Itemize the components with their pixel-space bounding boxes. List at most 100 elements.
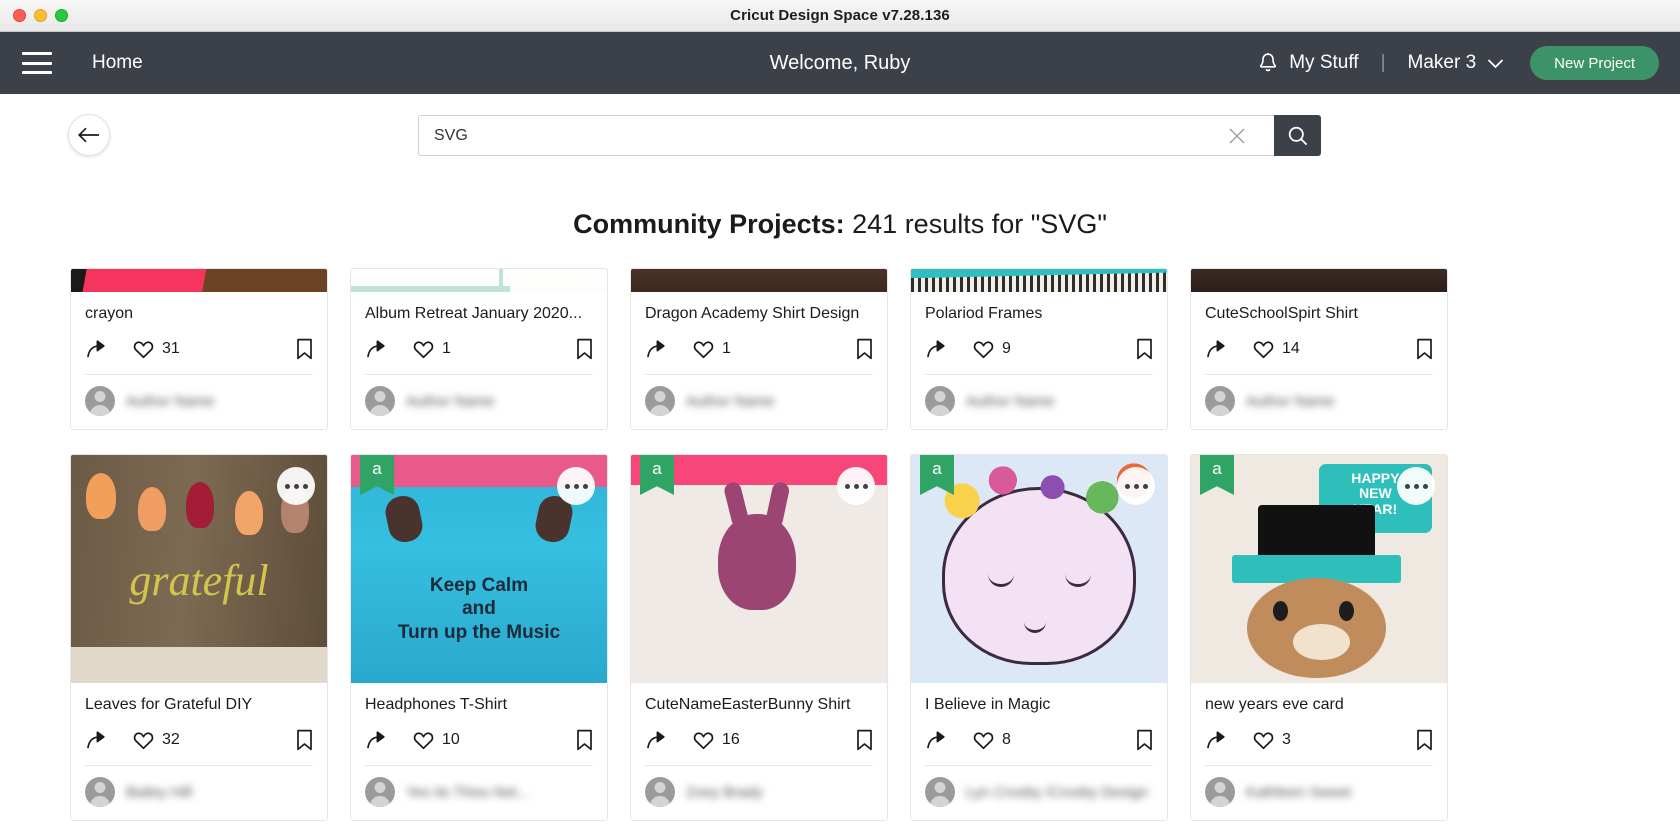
zoom-button[interactable] xyxy=(55,9,68,22)
bookmark-icon[interactable] xyxy=(296,729,313,751)
hamburger-icon[interactable] xyxy=(22,52,52,74)
card-body: crayon 31 xyxy=(71,292,327,364)
card-thumbnail[interactable]: HAPPY NEW YEAR! a xyxy=(1191,455,1447,683)
card-actions: 1 xyxy=(645,334,873,364)
results-heading-summary: 241 results for "SVG" xyxy=(852,209,1107,239)
author-name: Author Name xyxy=(126,392,215,410)
like-button[interactable]: 16 xyxy=(693,731,740,750)
heart-icon xyxy=(973,731,994,750)
heart-icon xyxy=(413,731,434,750)
bookmark-icon[interactable] xyxy=(576,338,593,360)
more-options-icon[interactable] xyxy=(1117,467,1155,505)
card-actions: 3 xyxy=(1205,725,1433,755)
more-options-icon[interactable] xyxy=(837,467,875,505)
bookmark-icon[interactable] xyxy=(856,338,873,360)
project-card[interactable]: CuteSchoolSpirt Shirt 14 Author Name xyxy=(1190,268,1448,430)
my-stuff-link[interactable]: My Stuff xyxy=(1258,52,1359,74)
card-author[interactable]: Zoey Brady xyxy=(631,766,887,820)
new-project-button[interactable]: New Project xyxy=(1530,46,1659,80)
card-thumbnail[interactable] xyxy=(1191,269,1447,292)
share-icon[interactable] xyxy=(85,338,107,360)
like-count: 9 xyxy=(1002,340,1011,357)
app-navbar: Home Welcome, Ruby My Stuff | Maker 3 Ne… xyxy=(0,32,1680,94)
minimize-button[interactable] xyxy=(34,9,47,22)
card-body: CuteSchoolSpirt Shirt 14 xyxy=(1191,292,1447,364)
nav-home-link[interactable]: Home xyxy=(92,52,143,74)
machine-label: Maker 3 xyxy=(1407,52,1477,73)
like-button[interactable]: 9 xyxy=(973,340,1011,359)
card-author[interactable]: Kathleen Sweet xyxy=(1191,766,1447,820)
share-icon[interactable] xyxy=(645,338,667,360)
card-thumbnail[interactable]: a xyxy=(631,455,887,683)
card-author[interactable]: Author Name xyxy=(911,375,1167,429)
more-options-icon[interactable] xyxy=(1397,467,1435,505)
project-card[interactable]: Album Retreat January 2020... 1 Author N… xyxy=(350,268,608,430)
more-options-icon[interactable] xyxy=(277,467,315,505)
bookmark-icon[interactable] xyxy=(1136,338,1153,360)
card-thumbnail[interactable] xyxy=(351,269,607,292)
like-button[interactable]: 32 xyxy=(133,731,180,750)
window-title: Cricut Design Space v7.28.136 xyxy=(730,7,950,24)
project-card[interactable]: Keep Calm and Turn up the Music a Headphon… xyxy=(350,454,608,821)
like-button[interactable]: 3 xyxy=(1253,731,1291,750)
share-icon[interactable] xyxy=(365,338,387,360)
share-icon[interactable] xyxy=(1205,338,1227,360)
bookmark-icon[interactable] xyxy=(1136,729,1153,751)
card-thumbnail[interactable]: a xyxy=(911,455,1167,683)
card-thumbnail[interactable] xyxy=(71,269,327,292)
card-title: crayon xyxy=(85,305,134,322)
card-body: new years eve card 3 xyxy=(1191,683,1447,755)
project-card[interactable]: HAPPY NEW YEAR! a new years eve card 3 Kat… xyxy=(1190,454,1448,821)
card-thumbnail[interactable]: Keep Calm and Turn up the Music a xyxy=(351,455,607,683)
like-button[interactable]: 14 xyxy=(1253,340,1300,359)
project-card[interactable]: a I Believe in Magic 8 Lyn Crosby /Crosb… xyxy=(910,454,1168,821)
card-thumbnail[interactable]: grateful xyxy=(71,455,327,683)
bookmark-icon[interactable] xyxy=(296,338,313,360)
project-card[interactable]: Polariod Frames 9 Author Name xyxy=(910,268,1168,430)
more-options-icon[interactable] xyxy=(557,467,595,505)
card-actions: 31 xyxy=(85,334,313,364)
clear-search-button[interactable] xyxy=(1220,115,1254,156)
card-author[interactable]: Author Name xyxy=(71,375,327,429)
back-button[interactable] xyxy=(68,114,110,156)
card-actions: 8 xyxy=(925,725,1153,755)
share-icon[interactable] xyxy=(1205,729,1227,751)
project-grid: crayon 31 Author Name Album Retreat Janu… xyxy=(0,268,1680,821)
card-author[interactable]: Author Name xyxy=(631,375,887,429)
search-input[interactable] xyxy=(418,115,1274,156)
bookmark-icon[interactable] xyxy=(1416,729,1433,751)
close-button[interactable] xyxy=(13,9,26,22)
project-card[interactable]: a CuteNameEasterBunny Shirt 16 Zoey Brad… xyxy=(630,454,888,821)
card-author[interactable]: Lyn Crosby /Crosby Design xyxy=(911,766,1167,820)
share-icon[interactable] xyxy=(925,338,947,360)
like-button[interactable]: 8 xyxy=(973,731,1011,750)
project-card[interactable]: Dragon Academy Shirt Design 1 Author Nam… xyxy=(630,268,888,430)
share-icon[interactable] xyxy=(365,729,387,751)
author-name: Author Name xyxy=(686,392,775,410)
like-button[interactable]: 1 xyxy=(413,340,451,359)
project-card[interactable]: grateful Leaves for Grateful DIY 32 Bail… xyxy=(70,454,328,821)
card-author[interactable]: Yes its Thiss Net... xyxy=(351,766,607,820)
search-form xyxy=(418,115,1321,156)
share-icon[interactable] xyxy=(85,729,107,751)
like-button[interactable]: 31 xyxy=(133,340,180,359)
navbar-divider: | xyxy=(1380,52,1386,73)
project-card[interactable]: crayon 31 Author Name xyxy=(70,268,328,430)
card-thumbnail[interactable] xyxy=(631,269,887,292)
bookmark-icon[interactable] xyxy=(856,729,873,751)
card-author[interactable]: Author Name xyxy=(351,375,607,429)
bookmark-icon[interactable] xyxy=(1416,338,1433,360)
author-name: Author Name xyxy=(966,392,1055,410)
avatar xyxy=(85,777,115,807)
card-author[interactable]: Bailey Hill xyxy=(71,766,327,820)
search-submit-button[interactable] xyxy=(1274,115,1321,156)
bookmark-icon[interactable] xyxy=(576,729,593,751)
like-count: 14 xyxy=(1282,340,1300,357)
card-thumbnail[interactable] xyxy=(911,269,1167,292)
share-icon[interactable] xyxy=(925,729,947,751)
like-button[interactable]: 10 xyxy=(413,731,460,750)
share-icon[interactable] xyxy=(645,729,667,751)
card-author[interactable]: Author Name xyxy=(1191,375,1447,429)
like-button[interactable]: 1 xyxy=(693,340,731,359)
machine-selector[interactable]: Maker 3 xyxy=(1408,52,1505,74)
